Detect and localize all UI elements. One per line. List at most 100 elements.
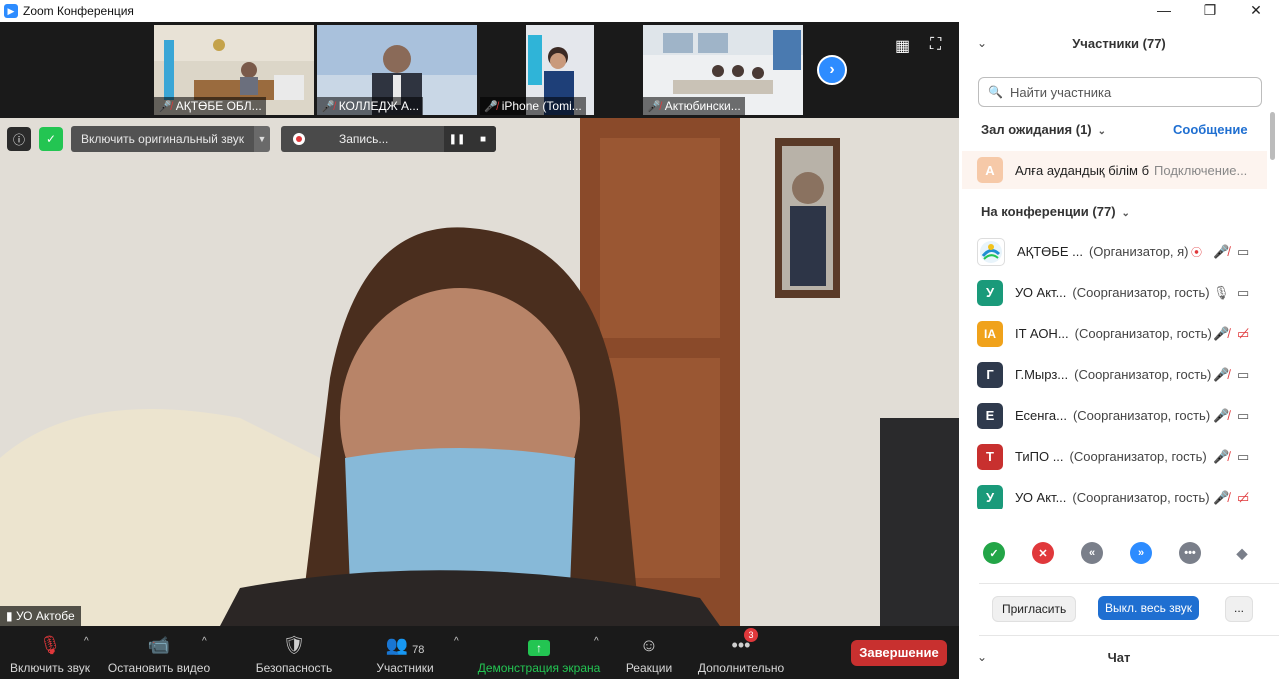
divider xyxy=(979,583,1279,584)
video-off-icon[interactable]: ▭̸ xyxy=(1237,326,1249,342)
waiting-participant-row[interactable]: А Алға аудандық білім б Подключение... xyxy=(962,151,1267,189)
video-camera-icon[interactable]: ▭ xyxy=(1237,285,1249,301)
thumbnail-name: Актюбински... xyxy=(664,99,741,113)
chevron-down-icon[interactable]: ▼ xyxy=(254,126,271,152)
panel-more-button[interactable]: ... xyxy=(1225,596,1253,622)
close-button[interactable]: ✕ xyxy=(1233,0,1279,22)
search-icon: 🔍 xyxy=(988,85,1003,99)
thumbnail-label: 🎤̸ Актюбински... xyxy=(643,97,745,115)
message-link[interactable]: Сообщение xyxy=(1173,122,1248,137)
waiting-status: Подключение... xyxy=(1154,162,1248,178)
muted-mic-icon[interactable]: 🎤̸ xyxy=(1213,244,1229,260)
end-meeting-button[interactable]: Завершение xyxy=(851,640,947,666)
yes-check-icon[interactable]: ✓ xyxy=(983,542,1005,564)
maximize-button[interactable]: ❐ xyxy=(1187,0,1233,22)
video-thumbnail[interactable]: 🎤̸ КОЛЛЕДЖ А... xyxy=(317,25,477,115)
more-reactions-icon[interactable]: ••• xyxy=(1179,542,1201,564)
fullscreen-icon[interactable]: ⛶ xyxy=(930,36,941,54)
mic-icon[interactable]: 🎙 xyxy=(1213,285,1230,301)
participant-role: (Соорганизатор, гость) xyxy=(1072,408,1211,423)
speaker-video-image xyxy=(0,118,959,626)
participants-options-caret-icon[interactable]: ^ xyxy=(454,636,459,647)
no-x-icon[interactable]: ✕ xyxy=(1032,542,1054,564)
avatar: Т xyxy=(977,443,1003,470)
more-button[interactable]: ••• Дополнительно xyxy=(694,626,788,679)
muted-mic-icon[interactable]: 🎤̸ xyxy=(1213,408,1229,424)
video-camera-icon[interactable]: ▭ xyxy=(1237,244,1249,260)
meeting-toolbar: 🎙 Включить звук ^ 📹 Остановить видео ^ 🛡… xyxy=(0,626,959,679)
participant-row[interactable]: У УО Акт... (Соорганизатор, гость) 🎙 ▭ xyxy=(959,272,1269,313)
video-camera-icon[interactable]: ▭ xyxy=(1237,408,1249,424)
muted-mic-icon[interactable]: 🎤̸ xyxy=(1213,367,1229,383)
participant-row[interactable]: Е Есенга... (Соорганизатор, гость) 🎤̸ ▭ xyxy=(959,395,1269,436)
original-sound-button[interactable]: Включить оригинальный звук xyxy=(71,126,255,152)
avatar: У xyxy=(977,484,1003,509)
mute-all-button[interactable]: Выкл. весь звук xyxy=(1098,596,1200,620)
avatar: IA xyxy=(977,320,1003,347)
participants-button[interactable]: 👥 78 Участники xyxy=(370,626,440,679)
participant-search[interactable]: 🔍 xyxy=(978,77,1262,107)
next-page-arrow-icon[interactable]: › xyxy=(817,55,847,85)
shield-check-icon[interactable]: ✓ xyxy=(39,127,63,151)
reactions-button[interactable]: ☺ Реакции xyxy=(622,626,676,679)
speaker-name-tag: ▮ УО Актобе xyxy=(0,606,81,626)
signal-strength-icon: ▮ xyxy=(6,609,13,623)
in-meeting-header[interactable]: На конференции (77) ⌄ xyxy=(981,204,1130,219)
video-thumbnail[interactable]: 🎤̸ АҚТӨБЕ ОБЛ... xyxy=(154,25,314,115)
participant-role: (Соорганизатор, гость) xyxy=(1074,367,1212,382)
video-off-icon[interactable]: ▭̸ xyxy=(1237,490,1249,506)
pause-recording-icon[interactable]: ❚❚ xyxy=(444,126,470,152)
audio-options-caret-icon[interactable]: ^ xyxy=(84,636,89,647)
minimize-button[interactable]: — xyxy=(1141,0,1187,22)
search-input[interactable] xyxy=(1007,83,1252,101)
video-thumbnail[interactable]: 🎤̸ iPhone (Tomi... xyxy=(480,25,640,115)
unmute-button[interactable]: 🎙 Включить звук xyxy=(5,626,95,679)
video-camera-icon[interactable]: ▭ xyxy=(1237,367,1249,383)
slower-icon[interactable]: « xyxy=(1081,542,1103,564)
recording-indicator: Запись... ❚❚ ■ xyxy=(281,126,496,152)
gallery-view-icon[interactable]: ▦ xyxy=(895,36,910,56)
in-meeting-label: На конференции (77) xyxy=(981,204,1116,219)
info-icon[interactable]: ⓘ xyxy=(7,127,31,151)
window-title: Zoom Конференция xyxy=(23,4,134,18)
avatar: А xyxy=(977,157,1003,183)
participants-count: 78 xyxy=(412,644,425,656)
thumbnail-strip: 🎤̸ АҚТӨБЕ ОБЛ... 🎤̸ КОЛЛЕДЖ А... 🎤̸ iPhone … xyxy=(0,22,959,118)
faster-icon[interactable]: » xyxy=(1130,542,1152,564)
waiting-room-header[interactable]: Зал ожидания (1) ⌄ xyxy=(981,122,1106,137)
participant-row[interactable]: IA IT АОН... (Соорганизатор, гость) 🎤̸ ▭… xyxy=(959,313,1269,354)
thumbnail-label: 🎤̸ КОЛЛЕДЖ А... xyxy=(317,97,424,115)
record-dot-icon xyxy=(293,133,305,145)
unmute-label: Включить звук xyxy=(9,661,91,675)
muted-mic-icon[interactable]: 🎤̸ xyxy=(1213,490,1229,506)
thumbnail-name: АҚТӨБЕ ОБЛ... xyxy=(175,99,262,113)
video-options-caret-icon[interactable]: ^ xyxy=(202,636,207,647)
speaker-name: УО Актобе xyxy=(15,609,75,623)
stop-video-button[interactable]: 📹 Остановить видео xyxy=(106,626,212,679)
panel-action-buttons: Пригласить Выкл. весь звук ... xyxy=(959,595,1279,623)
video-camera-icon[interactable]: ▭ xyxy=(1237,449,1249,465)
muted-mic-icon[interactable]: 🎤̸ xyxy=(1213,449,1229,465)
participant-row[interactable]: Г Г.Мырз... (Соорганизатор, гость) 🎤̸ ▭ xyxy=(959,354,1269,395)
participant-row[interactable]: У УО Акт... (Соорганизатор, гость) 🎤̸ ▭̸ xyxy=(959,477,1269,509)
muted-mic-icon: 🎤̸ xyxy=(321,101,335,113)
participant-name: ТиПО ... xyxy=(1015,449,1064,464)
chat-title: Чат xyxy=(1107,650,1131,665)
invite-button[interactable]: Пригласить xyxy=(992,596,1077,622)
participant-row[interactable]: АҚТӨБЕ ... (Организатор, я) ⦿ 🎤̸ ▭ xyxy=(959,231,1269,272)
muted-mic-icon[interactable]: 🎤̸ xyxy=(1213,326,1229,342)
share-screen-button[interactable]: ↑ Демонстрация экрана xyxy=(476,626,602,679)
reactions-label: Реакции xyxy=(625,661,673,675)
waiting-participant-name: Алға аудандық білім б xyxy=(1015,162,1150,178)
security-button[interactable]: 🛡 Безопасность xyxy=(250,626,338,679)
chat-header[interactable]: ⌄ Чат xyxy=(959,636,1279,679)
window-controls: — ❐ ✕ xyxy=(1141,0,1279,22)
clear-eraser-icon[interactable]: ◆ xyxy=(1231,542,1253,564)
participant-list: АҚТӨБЕ ... (Организатор, я) ⦿ 🎤̸ ▭ У УО … xyxy=(959,231,1269,509)
main-video xyxy=(0,118,959,626)
stop-recording-icon[interactable]: ■ xyxy=(470,126,496,152)
video-thumbnail[interactable]: 🎤̸ Актюбински... xyxy=(643,25,803,115)
participant-row[interactable]: Т ТиПО ... (Соорганизатор, гость) 🎤̸ ▭ xyxy=(959,436,1269,477)
participant-list-scrollbar[interactable] xyxy=(1268,112,1276,512)
share-options-caret-icon[interactable]: ^ xyxy=(594,636,599,647)
